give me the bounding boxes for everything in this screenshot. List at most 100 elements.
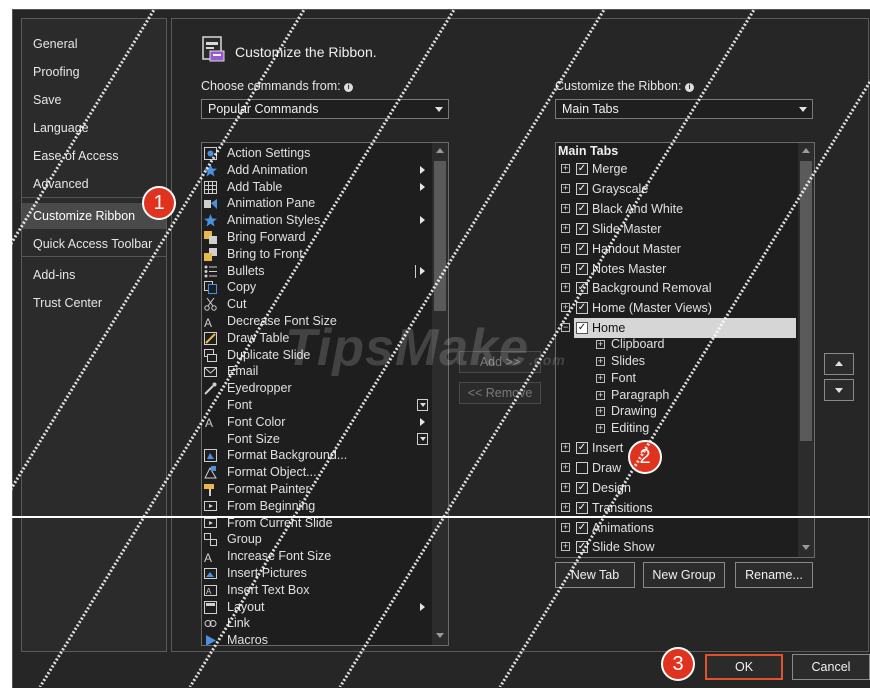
ribbon-tab-item[interactable]: + ✓ Insert bbox=[556, 438, 798, 458]
ribbon-tabs-tree[interactable]: Main Tabs + ✓ Merge + ✓ Grayscale + ✓ Black And … bbox=[555, 142, 815, 558]
command-item[interactable]: Format Object... bbox=[202, 464, 432, 481]
expand-icon[interactable]: + bbox=[596, 356, 605, 366]
ribbon-group-item[interactable]: + Slides bbox=[556, 353, 798, 370]
scroll-thumb[interactable] bbox=[800, 161, 812, 441]
tab-checkbox[interactable]: ✓ bbox=[576, 262, 588, 275]
scroll-thumb[interactable] bbox=[434, 161, 446, 311]
choose-commands-dropdown[interactable]: Popular Commands bbox=[201, 99, 449, 119]
tab-checkbox[interactable]: ✓ bbox=[576, 182, 588, 195]
command-item[interactable]: Bring Forward bbox=[202, 229, 432, 246]
expand-icon[interactable]: + bbox=[596, 340, 605, 350]
nav-item-quick-access-toolbar[interactable]: Quick Access Toolbar bbox=[22, 231, 166, 257]
new-tab-button[interactable]: New Tab bbox=[555, 562, 635, 588]
tab-checkbox[interactable]: ✓ bbox=[576, 222, 588, 235]
tab-checkbox[interactable]: ✓ bbox=[576, 302, 588, 315]
commands-list[interactable]: Action Settings Add Animation Add Table Ani… bbox=[201, 142, 449, 646]
command-item[interactable]: Copy bbox=[202, 279, 432, 296]
expand-icon[interactable]: + bbox=[561, 223, 570, 233]
ribbon-tab-item[interactable]: + ✓ Handout Master bbox=[556, 239, 798, 259]
expand-icon[interactable]: + bbox=[561, 502, 570, 512]
info-icon[interactable]: i bbox=[344, 83, 354, 92]
move-up-button[interactable] bbox=[824, 353, 854, 375]
ribbon-tab-item[interactable]: + ✓ Transitions bbox=[556, 498, 798, 518]
expand-icon[interactable]: + bbox=[561, 203, 570, 213]
ribbon-tab-item[interactable]: + ✓ Slide Show bbox=[556, 537, 798, 557]
ribbon-tab-item[interactable]: + ✓ Merge bbox=[556, 159, 798, 179]
ribbon-tab-item[interactable]: + ✓ Design bbox=[556, 478, 798, 498]
ribbon-group-item[interactable]: + Font bbox=[556, 370, 798, 387]
tab-checkbox[interactable]: ✓ bbox=[576, 501, 588, 514]
ribbon-scrollbar[interactable] bbox=[798, 143, 814, 557]
tab-checkbox[interactable]: ✓ bbox=[576, 163, 588, 175]
command-item[interactable]: Group bbox=[202, 531, 432, 548]
command-item[interactable]: From Beginning bbox=[202, 498, 432, 515]
expand-icon[interactable]: + bbox=[596, 424, 605, 434]
nav-item-general[interactable]: General bbox=[22, 31, 166, 57]
expand-icon[interactable]: + bbox=[561, 542, 570, 552]
command-item[interactable]: Font bbox=[202, 397, 432, 414]
ok-button[interactable]: OK bbox=[705, 654, 783, 680]
expand-icon[interactable]: + bbox=[561, 442, 570, 452]
ribbon-tab-item[interactable]: + ✓ Home (Master Views) bbox=[556, 298, 798, 318]
expand-icon[interactable]: + bbox=[561, 183, 570, 193]
rename-button[interactable]: Rename... bbox=[735, 562, 813, 588]
expand-icon[interactable]: + bbox=[561, 482, 570, 492]
tab-checkbox[interactable] bbox=[576, 461, 588, 474]
command-item[interactable]: Add Animation bbox=[202, 162, 432, 179]
command-item[interactable]: A Increase Font Size bbox=[202, 548, 432, 565]
ribbon-tab-item[interactable]: + ✓ Animations bbox=[556, 518, 798, 538]
expand-icon[interactable]: + bbox=[561, 283, 570, 293]
expand-icon[interactable]: + bbox=[561, 303, 570, 313]
expand-icon[interactable]: + bbox=[561, 263, 570, 273]
nav-item-save[interactable]: Save bbox=[22, 87, 166, 113]
nav-item-add-ins[interactable]: Add-ins bbox=[22, 262, 166, 288]
tab-checkbox[interactable]: ✓ bbox=[576, 481, 588, 494]
expand-icon[interactable]: + bbox=[561, 462, 570, 472]
expand-icon[interactable]: + bbox=[596, 373, 605, 383]
ribbon-tab-item[interactable]: + ✓ Background Removal bbox=[556, 278, 798, 298]
cancel-button[interactable]: Cancel bbox=[792, 654, 870, 680]
ribbon-tab-item[interactable]: + ✓ Notes Master bbox=[556, 259, 798, 279]
expand-icon[interactable]: + bbox=[561, 164, 570, 173]
command-item[interactable]: Macros bbox=[202, 632, 432, 645]
command-item[interactable]: Animation Styles bbox=[202, 212, 432, 229]
command-item[interactable]: Insert Pictures bbox=[202, 565, 432, 582]
ribbon-tab-item[interactable]: + Draw bbox=[556, 458, 798, 478]
ribbon-group-item[interactable]: + Editing bbox=[556, 420, 798, 437]
command-item[interactable]: Format Background... bbox=[202, 447, 432, 464]
ribbon-group-item[interactable]: + Paragraph bbox=[556, 387, 798, 404]
tab-checkbox[interactable]: ✓ bbox=[576, 322, 588, 335]
ribbon-tab-item[interactable]: + ✓ Grayscale bbox=[556, 179, 798, 199]
command-item[interactable]: Animation Pane bbox=[202, 195, 432, 212]
scroll-up-icon[interactable] bbox=[802, 148, 810, 153]
ribbon-tab-item[interactable]: + ✓ Black And White bbox=[556, 199, 798, 219]
command-item[interactable]: Layout bbox=[202, 599, 432, 616]
tab-checkbox[interactable]: ✓ bbox=[576, 541, 588, 554]
tab-checkbox[interactable]: ✓ bbox=[576, 282, 588, 295]
tab-checkbox[interactable]: ✓ bbox=[576, 521, 588, 534]
command-item[interactable]: Eyedropper bbox=[202, 380, 432, 397]
command-item[interactable]: Font Size bbox=[202, 431, 432, 448]
expand-icon[interactable]: + bbox=[596, 407, 605, 417]
command-item[interactable]: Action Settings bbox=[202, 145, 432, 162]
expand-icon[interactable]: + bbox=[561, 243, 570, 253]
nav-item-language[interactable]: Language bbox=[22, 115, 166, 141]
command-item[interactable]: A Insert Text Box bbox=[202, 582, 432, 599]
remove-button[interactable]: << Remove bbox=[459, 382, 541, 404]
nav-item-ease-of-access[interactable]: Ease of Access bbox=[22, 143, 166, 169]
ribbon-group-item[interactable]: + Drawing bbox=[556, 403, 798, 420]
tab-checkbox[interactable]: ✓ bbox=[576, 441, 588, 454]
scroll-down-icon[interactable] bbox=[802, 545, 810, 550]
command-item[interactable]: Bring to Front bbox=[202, 246, 432, 263]
expand-icon[interactable]: + bbox=[561, 522, 570, 532]
info-icon[interactable]: i bbox=[684, 83, 694, 92]
tab-checkbox[interactable]: ✓ bbox=[576, 202, 588, 215]
command-item[interactable]: Format Painter bbox=[202, 481, 432, 498]
nav-item-proofing[interactable]: Proofing bbox=[22, 59, 166, 85]
tab-checkbox[interactable]: ✓ bbox=[576, 242, 588, 255]
command-item[interactable]: Cut bbox=[202, 296, 432, 313]
move-down-button[interactable] bbox=[824, 379, 854, 401]
ribbon-tabs-dropdown[interactable]: Main Tabs bbox=[555, 99, 813, 119]
ribbon-group-item[interactable]: + Clipboard bbox=[556, 336, 798, 353]
command-item[interactable]: Add Table bbox=[202, 179, 432, 196]
